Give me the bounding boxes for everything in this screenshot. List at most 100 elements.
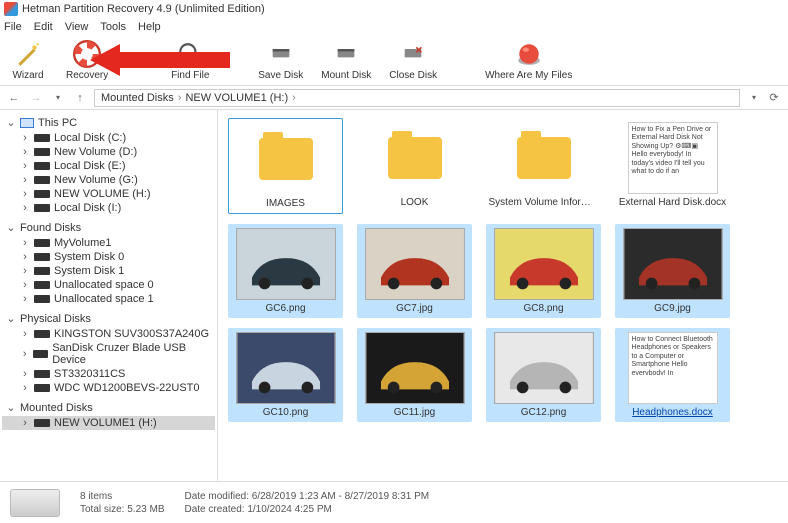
file-item[interactable]: IMAGES bbox=[228, 118, 343, 214]
app-icon bbox=[4, 2, 18, 16]
tree-item[interactable]: › New Volume (G:) bbox=[2, 173, 215, 187]
folder-icon bbox=[259, 138, 313, 180]
disk-icon bbox=[34, 148, 50, 156]
closedisk-button[interactable]: Close Disk bbox=[389, 40, 437, 81]
file-name: GC11.jpg bbox=[394, 407, 436, 418]
tree-item-label: New Volume (G:) bbox=[54, 174, 138, 186]
menu-help[interactable]: Help bbox=[138, 21, 161, 33]
tree-item-label: KINGSTON SUV300S37A240G bbox=[54, 328, 209, 340]
chevron-right-icon: › bbox=[178, 92, 182, 104]
menu-view[interactable]: View bbox=[65, 21, 89, 33]
caret-right-icon: › bbox=[20, 328, 30, 340]
image-thumbnail bbox=[236, 228, 336, 300]
tree-physical[interactable]: ⌄Physical Disks bbox=[2, 310, 215, 327]
tree-item[interactable]: ›MyVolume1 bbox=[2, 236, 215, 250]
disk-icon bbox=[34, 204, 50, 212]
breadcrumb-path1[interactable]: NEW VOLUME1 (H:) bbox=[185, 92, 288, 104]
magnifier-icon bbox=[176, 40, 204, 68]
tree-item[interactable]: ›Local Disk (I:) bbox=[2, 201, 215, 215]
file-item[interactable]: System Volume Information bbox=[486, 118, 601, 214]
caret-right-icon: › bbox=[20, 174, 30, 186]
file-item[interactable]: LOOK bbox=[357, 118, 472, 214]
disk-icon bbox=[33, 350, 48, 358]
tree-item[interactable]: ›Unallocated space 1 bbox=[2, 292, 215, 306]
file-item[interactable]: GC10.png bbox=[228, 328, 343, 422]
forward-button[interactable]: → bbox=[28, 90, 44, 106]
breadcrumb[interactable]: Mounted Disks › NEW VOLUME1 (H:) › bbox=[94, 89, 740, 107]
savedisk-label: Save Disk bbox=[258, 70, 303, 81]
tree-found[interactable]: ⌄Found Disks bbox=[2, 219, 215, 236]
history-dropdown[interactable]: ▾ bbox=[50, 90, 66, 106]
tree-mounted[interactable]: ⌄Mounted Disks bbox=[2, 399, 215, 416]
caret-right-icon: › bbox=[20, 417, 30, 429]
tree-item[interactable]: › WDC WD1200BEVS-22UST0 bbox=[2, 381, 215, 395]
recovery-button[interactable]: Recovery bbox=[66, 40, 108, 81]
caret-right-icon: › bbox=[20, 132, 30, 144]
savedisk-button[interactable]: Save Disk bbox=[258, 40, 303, 81]
tree-thispc[interactable]: ⌄This PC bbox=[2, 114, 215, 131]
file-item[interactable]: GC11.jpg bbox=[357, 328, 472, 422]
toolbar: Wizard Recovery Find File Save Disk Moun… bbox=[0, 36, 788, 86]
tree-item[interactable]: ›System Disk 0 bbox=[2, 250, 215, 264]
file-item[interactable]: GC12.png bbox=[486, 328, 601, 422]
tree-item-label: New Volume (D:) bbox=[54, 146, 137, 158]
dropdown-button[interactable]: ▾ bbox=[746, 90, 762, 106]
image-thumbnail bbox=[494, 228, 594, 300]
back-button[interactable]: ← bbox=[6, 90, 22, 106]
menu-file[interactable]: File bbox=[4, 21, 22, 33]
doc-preview: How to Connect Bluetooth Headphones or S… bbox=[628, 332, 718, 404]
menu-edit[interactable]: Edit bbox=[34, 21, 53, 33]
tree-item[interactable]: ›SanDisk Cruzer Blade USB Device bbox=[2, 341, 215, 367]
closedisk-label: Close Disk bbox=[389, 70, 437, 81]
file-name: GC6.png bbox=[265, 303, 305, 314]
tree-item[interactable]: ›ST3320311CS bbox=[2, 367, 215, 381]
findfile-label: Find File bbox=[171, 70, 209, 81]
image-thumbnail bbox=[623, 228, 723, 300]
status-items: 8 items bbox=[80, 491, 165, 502]
disk-icon bbox=[34, 281, 50, 289]
file-item[interactable]: How to Fix a Pen Drive or External Hard … bbox=[615, 118, 730, 214]
tree-item[interactable]: › New Volume (D:) bbox=[2, 145, 215, 159]
caret-right-icon: › bbox=[20, 382, 30, 394]
folder-icon bbox=[517, 137, 571, 179]
wizard-button[interactable]: Wizard bbox=[8, 40, 48, 81]
tree-item[interactable]: ›Local Disk (E:) bbox=[2, 159, 215, 173]
file-item[interactable]: GC9.jpg bbox=[615, 224, 730, 318]
wherefiles-button[interactable]: Where Are My Files bbox=[485, 40, 572, 81]
tree-item[interactable]: ›NEW VOLUME1 (H:) bbox=[2, 416, 215, 430]
up-button[interactable]: ↑ bbox=[72, 90, 88, 106]
file-name: System Volume Information bbox=[489, 197, 599, 208]
file-list: IMAGESLOOK System Volume Information How t… bbox=[218, 110, 788, 481]
file-item[interactable]: GC8.png bbox=[486, 224, 601, 318]
mountdisk-button[interactable]: Mount Disk bbox=[321, 40, 371, 81]
findfile-button[interactable]: Find File bbox=[170, 40, 210, 81]
tree-item[interactable]: › KINGSTON SUV300S37A240G bbox=[2, 327, 215, 341]
file-item[interactable]: GC7.jpg bbox=[357, 224, 472, 318]
caret-right-icon: › bbox=[20, 146, 30, 158]
tree-item-label: WDC WD1200BEVS-22UST0 bbox=[54, 382, 200, 394]
refresh-button[interactable]: ⟳ bbox=[766, 90, 782, 106]
image-thumbnail bbox=[236, 332, 336, 404]
tree-item-label: SanDisk Cruzer Blade USB Device bbox=[52, 342, 211, 366]
disk-close-icon bbox=[399, 40, 427, 68]
caret-down-icon: ⌄ bbox=[6, 116, 16, 129]
disk-icon bbox=[34, 134, 50, 142]
disk-icon bbox=[34, 253, 50, 261]
disk-icon bbox=[34, 162, 50, 170]
menu-tools[interactable]: Tools bbox=[100, 21, 126, 33]
image-thumbnail bbox=[365, 332, 465, 404]
address-bar: ← → ▾ ↑ Mounted Disks › NEW VOLUME1 (H:)… bbox=[0, 86, 788, 110]
status-created: Date created: 1/10/2024 4:25 PM bbox=[185, 504, 430, 515]
file-item[interactable]: GC6.png bbox=[228, 224, 343, 318]
breadcrumb-root[interactable]: Mounted Disks bbox=[101, 92, 174, 104]
drive-icon bbox=[10, 489, 60, 517]
tree-item[interactable]: ›Local Disk (C:) bbox=[2, 131, 215, 145]
disk-icon bbox=[34, 384, 50, 392]
tree-item[interactable]: ›NEW VOLUME (H:) bbox=[2, 187, 215, 201]
menu-bar: File Edit View Tools Help bbox=[0, 18, 788, 36]
caret-down-icon: ⌄ bbox=[6, 401, 16, 414]
tree-item[interactable]: ›System Disk 1 bbox=[2, 264, 215, 278]
file-item[interactable]: How to Connect Bluetooth Headphones or S… bbox=[615, 328, 730, 422]
file-name: Headphones.docx bbox=[632, 407, 713, 418]
tree-item[interactable]: ›Unallocated space 0 bbox=[2, 278, 215, 292]
